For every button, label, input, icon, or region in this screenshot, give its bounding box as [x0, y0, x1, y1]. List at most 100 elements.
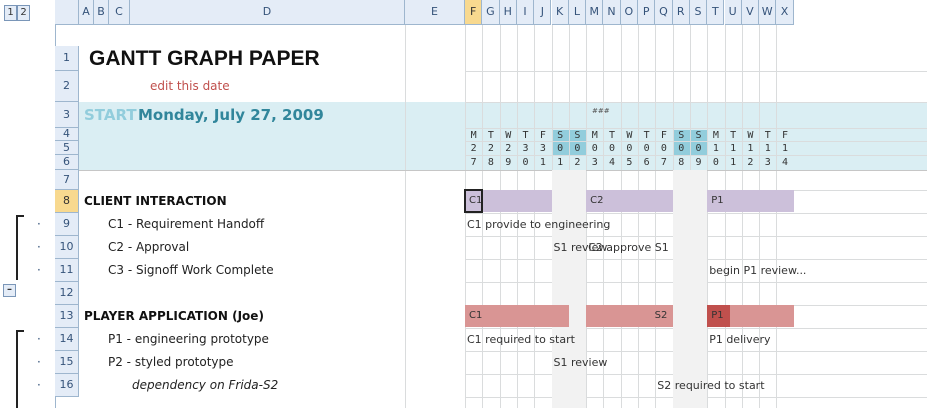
gantt-bar-label: C2 [590, 195, 604, 206]
column-header-k[interactable]: K [551, 0, 569, 25]
row-header-5[interactable]: 5 [55, 141, 79, 155]
column-header-l[interactable]: L [568, 0, 587, 25]
column-header-d[interactable]: D [130, 0, 405, 25]
day-tens-cell: 0 [678, 143, 685, 154]
weekdays-cell: T [609, 130, 616, 141]
weekdays-cell: T [487, 130, 494, 141]
section-client-interaction: CLIENT INTERACTION [84, 194, 227, 208]
column-header-h[interactable]: H [499, 0, 517, 25]
row-header-4[interactable]: 4 [55, 128, 79, 141]
day-tens-cell: 0 [695, 143, 702, 154]
day-ones-cell: 8 [678, 157, 685, 168]
gridline [79, 170, 927, 171]
column-header-w[interactable]: W [759, 0, 777, 25]
column-header-e[interactable]: E [405, 0, 465, 25]
weekdays-cell: T [522, 130, 529, 141]
select-all-corner[interactable] [55, 0, 79, 25]
column-header-n[interactable]: N [603, 0, 621, 25]
day-ones-cell: 3 [591, 157, 598, 168]
gridline [465, 102, 927, 103]
column-header-j[interactable]: J [534, 0, 552, 25]
column-header-t[interactable]: T [707, 0, 725, 25]
column-header-a[interactable]: A [79, 0, 94, 25]
outline-level-2-button[interactable]: 2 [17, 5, 30, 21]
day-tens-cell: 0 [626, 143, 633, 154]
row-header-6[interactable]: 6 [55, 155, 79, 170]
day-tens-cell: 1 [764, 143, 771, 154]
weekend-column [568, 170, 587, 408]
column-header-f[interactable]: F [465, 0, 483, 25]
day-ones-cell: 2 [574, 157, 581, 168]
task-dependency: dependency on Frida-S2 [132, 378, 279, 392]
task-p1: P1 - engineering prototype [108, 332, 269, 346]
annotation-text: C1 required to start [467, 333, 575, 346]
outline-level-1-button[interactable]: 1 [4, 5, 17, 21]
column-header-q[interactable]: Q [655, 0, 673, 25]
row-header-16[interactable]: 16 [55, 374, 79, 397]
column-header-u[interactable]: U [724, 0, 742, 25]
overflow-marker: ### [592, 107, 610, 115]
day-ones-cell: 9 [505, 157, 512, 168]
column-header-r[interactable]: R [672, 0, 690, 25]
day-ones-cell: 5 [626, 157, 633, 168]
column-header-x[interactable]: X [776, 0, 794, 25]
row-header-7[interactable]: 7 [55, 170, 79, 190]
task-p2: P2 - styled prototype [108, 355, 234, 369]
row-header-15[interactable]: 15 [55, 351, 79, 374]
column-header-s[interactable]: S [689, 0, 708, 25]
day-tens-cell: 1 [730, 143, 737, 154]
row-header-14[interactable]: 14 [55, 328, 79, 351]
gantt-bar-label: S2 [654, 310, 668, 321]
row-header-8[interactable]: 8 [55, 190, 79, 213]
section-player-application: PLAYER APPLICATION (Joe) [84, 309, 264, 323]
column-header-p[interactable]: P [638, 0, 656, 25]
collapse-group-button[interactable]: – [3, 284, 16, 297]
column-header-o[interactable]: O [620, 0, 638, 25]
row-header-9[interactable]: 9 [55, 213, 79, 236]
gridline [405, 25, 406, 408]
day-ones-cell: 0 [712, 157, 719, 168]
row-header-3[interactable]: 3 [55, 102, 79, 128]
row-header-13[interactable]: 13 [55, 305, 79, 328]
day-tens-cell: 0 [643, 143, 650, 154]
weekdays-cell: T [730, 130, 737, 141]
day-ones-cell: 7 [470, 157, 477, 168]
day-ones-cell: 8 [487, 157, 494, 168]
gantt-bar-label: P1 [711, 195, 724, 206]
weekdays-cell: F [782, 130, 789, 141]
annotation-text: S2 required to start [657, 379, 765, 392]
column-header-v[interactable]: V [741, 0, 760, 25]
day-tens-cell: 2 [505, 143, 512, 154]
day-tens-cell: 3 [539, 143, 546, 154]
column-header-b[interactable]: B [94, 0, 109, 25]
gridline [465, 71, 927, 72]
outline-group-bracket [16, 215, 24, 280]
day-ones-cell: 0 [522, 157, 529, 168]
day-tens-cell: 1 [782, 143, 789, 154]
column-header-i[interactable]: I [516, 0, 535, 25]
column-header-c[interactable]: C [109, 0, 130, 25]
annotation-text: S1 review [553, 356, 608, 369]
day-ones-cell: 6 [643, 157, 650, 168]
outline-gutter [0, 0, 56, 408]
weekend-column [551, 170, 569, 408]
row-header-2[interactable]: 2 [55, 71, 79, 102]
annotation-text: begin P1 review... [709, 264, 807, 277]
day-tens-cell: 0 [591, 143, 598, 154]
outline-group-bracket [16, 330, 24, 408]
outline-dot: · [37, 240, 41, 254]
day-tens-cell: 3 [522, 143, 529, 154]
column-header-m[interactable]: M [586, 0, 604, 25]
row-header-10[interactable]: 10 [55, 236, 79, 259]
weekdays-cell: T [643, 130, 650, 141]
edit-date-hint: edit this date [150, 79, 230, 93]
active-cell[interactable] [464, 189, 484, 213]
weekdays-cell: T [764, 130, 771, 141]
row-header-1[interactable]: 1 [55, 46, 79, 71]
row-header-11[interactable]: 11 [55, 259, 79, 282]
sheet-title: GANTT GRAPH PAPER [89, 47, 320, 70]
row-header-12[interactable]: 12 [55, 282, 79, 305]
outline-dot: · [37, 332, 41, 346]
column-header-g[interactable]: G [482, 0, 500, 25]
start-date[interactable]: Monday, July 27, 2009 [138, 102, 324, 125]
